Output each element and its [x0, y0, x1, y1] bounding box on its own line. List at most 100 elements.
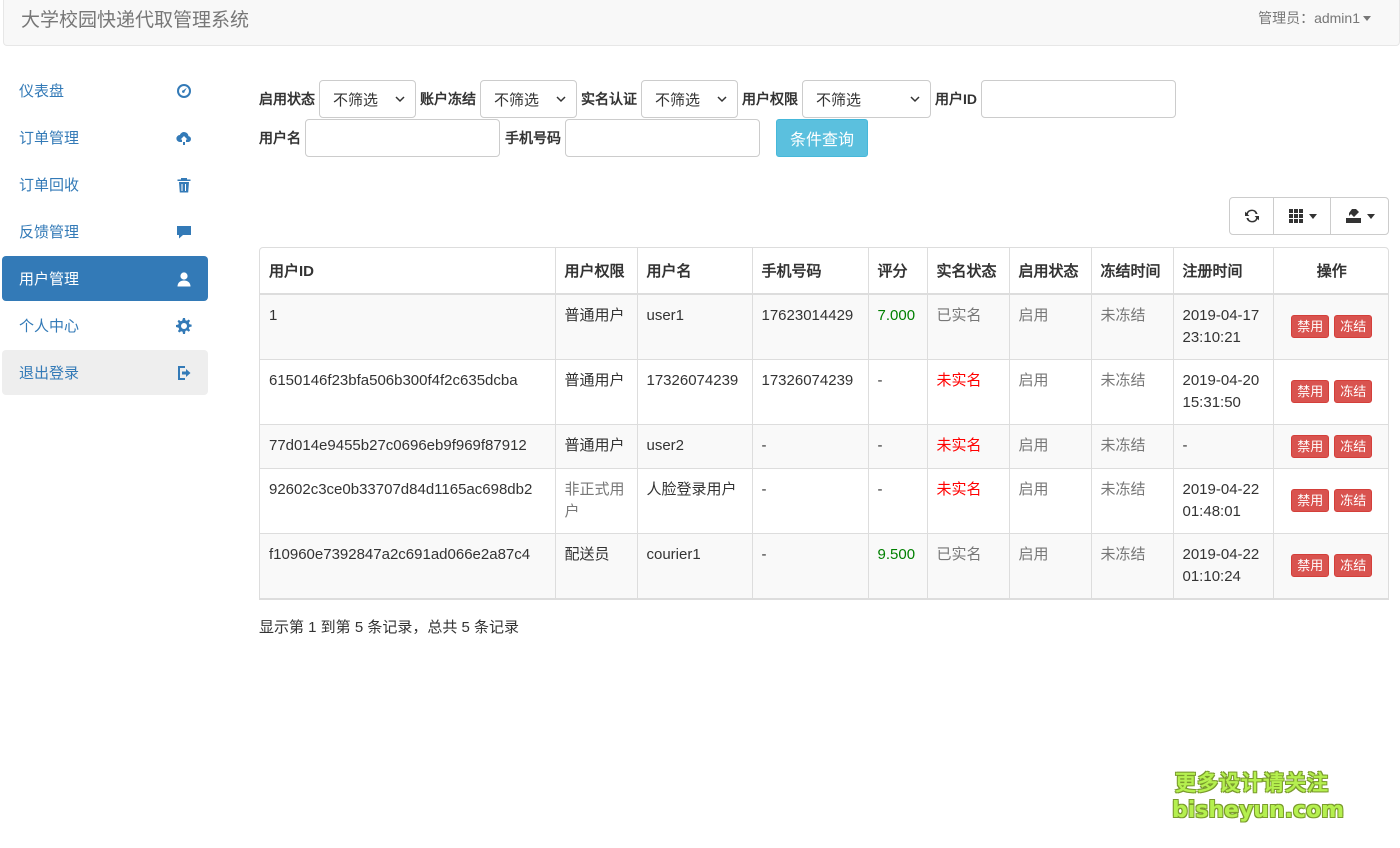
cell-actions: 禁用 冻结	[1273, 424, 1388, 469]
app-title: 大学校园快递代取管理系统	[21, 10, 250, 31]
columns-button[interactable]	[1273, 197, 1331, 235]
cell-score: 9.500	[868, 533, 928, 598]
refresh-button[interactable]	[1229, 197, 1274, 235]
sidebar-item-label: 退出登录	[19, 365, 80, 382]
cell-realname: 未实名	[927, 424, 1010, 469]
disable-button[interactable]: 禁用	[1291, 554, 1330, 577]
column-header[interactable]: 手机号码	[752, 248, 869, 295]
cell-phone: 17326074239	[752, 359, 869, 425]
sidebar: 仪表盘 订单管理 订单回收 反馈管理 用户管理 个人中心 退出登录	[2, 68, 208, 397]
sidebar-item-label: 用户管理	[19, 271, 80, 288]
cell-user-id: 6150146f23bfa506b300f4f2c635dcba	[260, 359, 556, 425]
caret-down-icon	[1366, 213, 1375, 219]
sidebar-item-label: 仪表盘	[19, 83, 65, 100]
cell-phone: -	[752, 468, 869, 534]
cell-user-id: f10960e7392847a2c691ad066e2a87c4	[260, 533, 556, 598]
sidebar-item-label: 订单回收	[19, 177, 80, 194]
column-header: 操作	[1273, 248, 1388, 295]
account-freeze-select[interactable]: 不筛选	[480, 80, 577, 118]
sidebar-item-label: 订单管理	[19, 130, 80, 147]
users-table: 用户ID 用户权限 用户名 手机号码 评分 实名状态 启用状态 冻结时间 注册时…	[259, 247, 1389, 600]
realname-select[interactable]: 不筛选	[641, 80, 738, 118]
column-header[interactable]: 用户名	[637, 248, 753, 295]
export-button[interactable]	[1330, 197, 1389, 235]
column-header[interactable]: 实名状态	[927, 248, 1010, 295]
cell-role: 普通用户	[555, 294, 638, 360]
refresh-icon	[1244, 209, 1259, 223]
export-icon	[1345, 209, 1361, 223]
comment-icon	[176, 224, 192, 240]
cell-realname: 已实名	[927, 533, 1010, 598]
cell-score: -	[868, 424, 928, 469]
phone-label: 手机号码	[505, 130, 561, 146]
sidebar-item-recycle[interactable]: 订单回收	[2, 162, 208, 207]
cell-freeze: 未冻结	[1091, 533, 1174, 598]
table-row: 92602c3ce0b33707d84d1165ac698db2 非正式用户 人…	[260, 468, 1388, 534]
column-header[interactable]: 启用状态	[1009, 248, 1092, 295]
watermark-line1: 更多设计请关注	[1175, 772, 1329, 795]
filter-form: 启用状态 不筛选 账户冻结 不筛选 实名认证 不筛选 用户权限 不筛选 用户ID…	[259, 80, 1389, 157]
dashboard-icon	[176, 83, 192, 99]
cell-realname: 未实名	[927, 359, 1010, 425]
disable-button[interactable]: 禁用	[1291, 380, 1330, 403]
gear-icon	[176, 317, 192, 334]
top-navbar: 大学校园快递代取管理系统 管理员：admin1	[3, 0, 1400, 46]
cell-username: user2	[637, 424, 753, 469]
sidebar-item-orders[interactable]: 订单管理	[2, 115, 208, 160]
column-header[interactable]: 注册时间	[1173, 248, 1274, 295]
column-header[interactable]: 用户ID	[260, 248, 556, 295]
cell-actions: 禁用 冻结	[1273, 294, 1388, 360]
chevron-down-icon	[717, 96, 727, 103]
freeze-button[interactable]: 冻结	[1334, 554, 1373, 577]
sidebar-item-users[interactable]: 用户管理	[2, 256, 208, 301]
cell-username: courier1	[637, 533, 753, 598]
sidebar-item-dashboard[interactable]: 仪表盘	[2, 68, 208, 113]
cell-phone: -	[752, 424, 869, 469]
cell-role: 非正式用户	[555, 468, 638, 534]
enable-status-select[interactable]: 不筛选	[319, 80, 416, 118]
username-input[interactable]	[305, 119, 500, 157]
table-row: 77d014e9455b27c0696eb9f969f87912 普通用户 us…	[260, 424, 1388, 469]
chevron-down-icon	[395, 96, 405, 103]
permission-select[interactable]: 不筛选	[802, 80, 931, 118]
admin-dropdown[interactable]: 管理员：admin1	[1258, 8, 1371, 28]
enable-status-label: 启用状态	[259, 91, 315, 107]
cell-reg-time: 2019-04-17 23:10:21	[1173, 294, 1274, 360]
freeze-button[interactable]: 冻结	[1334, 315, 1373, 338]
watermark: 更多设计请关注 bisheyun.com	[1172, 770, 1344, 824]
query-button[interactable]: 条件查询	[776, 119, 868, 157]
user-icon	[176, 271, 192, 287]
freeze-button[interactable]: 冻结	[1334, 489, 1373, 512]
disable-button[interactable]: 禁用	[1291, 435, 1330, 458]
cell-score: -	[868, 468, 928, 534]
cell-username: 人脸登录用户	[637, 468, 753, 534]
freeze-button[interactable]: 冻结	[1334, 435, 1373, 458]
cell-enabled: 启用	[1009, 468, 1092, 534]
trash-icon	[176, 177, 192, 193]
disable-button[interactable]: 禁用	[1291, 315, 1330, 338]
cell-role: 普通用户	[555, 359, 638, 425]
sidebar-item-profile[interactable]: 个人中心	[2, 303, 208, 348]
cell-enabled: 启用	[1009, 294, 1092, 360]
cell-enabled: 启用	[1009, 533, 1092, 598]
column-header[interactable]: 冻结时间	[1091, 248, 1174, 295]
user-id-input[interactable]	[981, 80, 1176, 118]
sidebar-item-feedback[interactable]: 反馈管理	[2, 209, 208, 254]
table-row: f10960e7392847a2c691ad066e2a87c4 配送员 cou…	[260, 533, 1388, 598]
cell-user-id: 92602c3ce0b33707d84d1165ac698db2	[260, 468, 556, 534]
phone-input[interactable]	[565, 119, 760, 157]
cell-score: 7.000	[868, 294, 928, 360]
cell-reg-time: -	[1173, 424, 1274, 469]
disable-button[interactable]: 禁用	[1291, 489, 1330, 512]
cell-enabled: 启用	[1009, 424, 1092, 469]
cell-reg-time: 2019-04-20 15:31:50	[1173, 359, 1274, 425]
column-header[interactable]: 评分	[868, 248, 928, 295]
freeze-button[interactable]: 冻结	[1334, 380, 1373, 403]
sidebar-item-label: 反馈管理	[19, 224, 80, 241]
cell-user-id: 1	[260, 294, 556, 360]
sidebar-item-logout[interactable]: 退出登录	[2, 350, 208, 395]
cloud-upload-icon	[176, 130, 192, 146]
column-header[interactable]: 用户权限	[555, 248, 638, 295]
cell-freeze: 未冻结	[1091, 294, 1174, 360]
caret-down-icon	[1363, 15, 1371, 21]
